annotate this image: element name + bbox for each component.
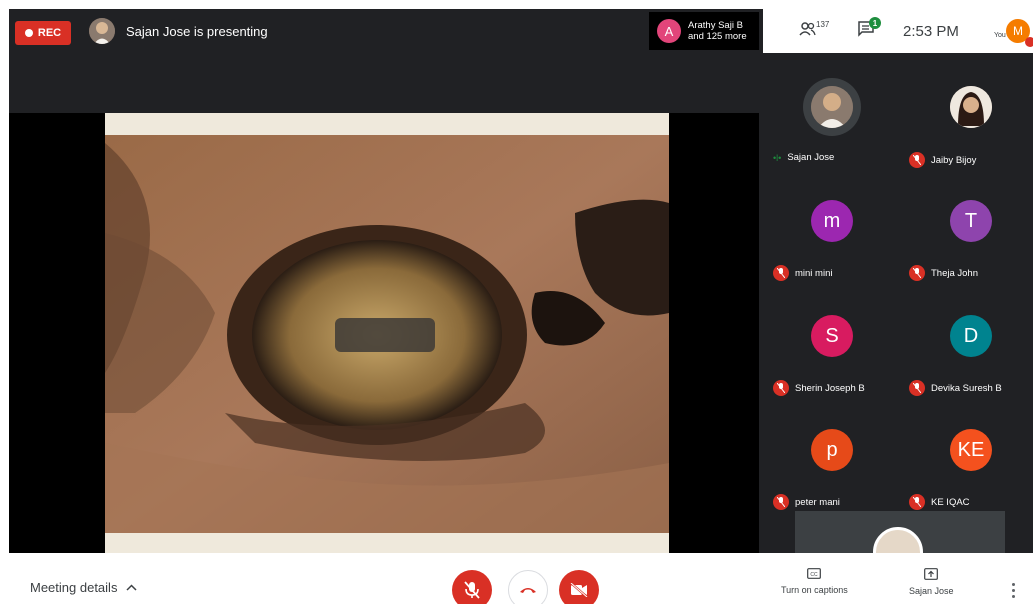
participant-label-sajan: •l• Sajan Jose	[773, 152, 834, 163]
presenter-avatar	[89, 18, 115, 44]
participant-avatar-theja[interactable]: T	[950, 200, 992, 242]
clock: 2:53 PM	[903, 23, 959, 40]
joined-name: Arathy Saji B	[688, 20, 743, 31]
meet-window: REC Sajan Jose is presenting A Arathy Sa…	[9, 9, 1033, 604]
participant-label-keiqac: KE IQAC	[909, 494, 970, 510]
participant-avatar-devika[interactable]: D	[950, 315, 992, 357]
speaking-icon: •l•	[773, 152, 782, 163]
mic-off-icon	[773, 380, 789, 396]
participant-photo-jaiby[interactable]	[950, 86, 992, 128]
participant-label-theja: Theja John	[909, 265, 978, 281]
participant-label-jaiby: Jaiby Bijoy	[909, 152, 976, 168]
mic-off-icon	[464, 581, 480, 599]
participant-label-mini: mini mini	[773, 265, 832, 281]
participant-name: KE IQAC	[931, 496, 970, 508]
participant-name: peter mani	[795, 496, 840, 508]
participant-avatar-sherin[interactable]: S	[811, 315, 853, 357]
mic-off-icon	[909, 380, 925, 396]
self-photo	[873, 527, 923, 553]
more-options-icon[interactable]	[1012, 583, 1015, 598]
participant-label-devika: Devika Suresh B	[909, 380, 1002, 396]
participant-avatar-mini[interactable]: m	[811, 200, 853, 242]
participant-avatar-keiqac[interactable]: KE	[950, 429, 992, 471]
leave-call-button[interactable]	[508, 570, 548, 604]
mic-off-icon	[773, 494, 789, 510]
mic-toggle-button[interactable]	[452, 570, 492, 604]
mic-muted-indicator	[1025, 37, 1033, 47]
participant-name: Jaiby Bijoy	[931, 154, 977, 166]
camera-off-icon	[570, 583, 588, 597]
present-now-button[interactable]: Sajan Jose	[909, 568, 954, 596]
rec-label: REC	[37, 27, 62, 39]
presented-slide	[105, 113, 669, 553]
record-dot-icon	[24, 29, 33, 37]
captions-icon: CC	[807, 568, 822, 579]
mic-off-icon	[909, 265, 925, 281]
participant-label-peter: peter mani	[773, 494, 840, 510]
participant-name: Devika Suresh B	[931, 382, 1002, 394]
hang-up-icon	[520, 588, 536, 593]
camera-toggle-button[interactable]	[559, 570, 599, 604]
participant-label-sherin: Sherin Joseph B	[773, 380, 865, 396]
bottom-bar: Meeting details CC Turn on captions Saja…	[9, 553, 1033, 604]
present-screen-icon	[924, 568, 939, 580]
recording-badge: REC	[15, 21, 71, 45]
captions-button[interactable]: CC Turn on captions	[781, 568, 848, 595]
present-label: Sajan Jose	[909, 586, 954, 596]
captions-label: Turn on captions	[781, 585, 848, 595]
mic-off-icon	[909, 494, 925, 510]
meeting-details-label: Meeting details	[30, 580, 118, 595]
mic-off-icon	[773, 265, 789, 281]
joined-avatar: A	[657, 19, 681, 43]
chat-badge: 1	[869, 17, 881, 29]
participant-avatar-peter[interactable]: p	[811, 429, 853, 471]
participant-name: Sherin Joseph B	[795, 382, 865, 394]
top-right-panel: 137 1 2:53 PM You M	[763, 9, 1033, 53]
participant-photo-sajan[interactable]	[811, 86, 853, 128]
people-icon[interactable]	[799, 22, 816, 36]
joined-notification[interactable]: A Arathy Saji B and 125 more	[649, 12, 759, 50]
joined-more: and 125 more	[688, 31, 747, 42]
svg-text:CC: CC	[811, 572, 819, 578]
presenting-text: Sajan Jose is presenting	[126, 24, 268, 39]
meeting-details-button[interactable]: Meeting details	[30, 580, 137, 595]
chevron-up-icon	[126, 584, 137, 591]
people-count: 137	[816, 20, 830, 29]
top-bar: REC Sajan Jose is presenting A Arathy Sa…	[9, 9, 1033, 53]
participant-name: Sajan Jose	[787, 152, 835, 163]
self-view[interactable]	[795, 511, 1005, 553]
participants-panel: •l• Sajan Jose Jaiby Bijoy m mini mini T…	[763, 53, 1033, 553]
you-label: You	[994, 32, 1006, 39]
participant-name: Theja John	[931, 267, 979, 279]
participant-name: mini mini	[795, 267, 833, 279]
honeycomb-photo	[105, 113, 669, 553]
mic-off-icon	[909, 152, 925, 168]
